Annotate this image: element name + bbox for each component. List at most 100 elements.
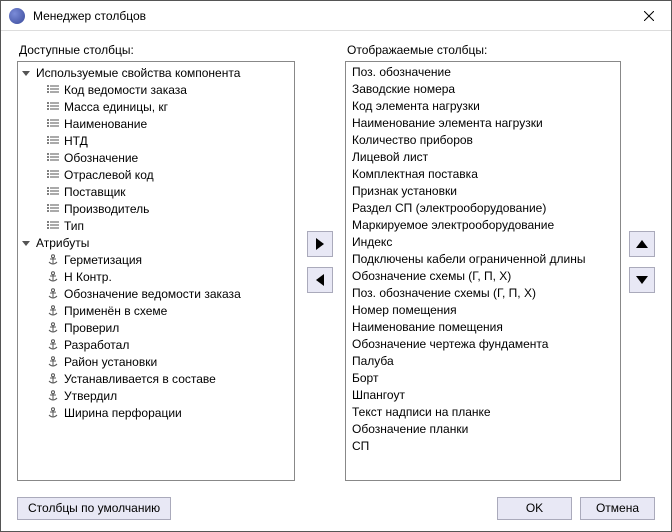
list-icon <box>46 135 60 147</box>
list-item[interactable]: Номер помещения <box>346 302 620 319</box>
list-icon <box>46 101 60 113</box>
tree-item[interactable]: Герметизация <box>18 251 294 268</box>
list-item[interactable]: Заводские номера <box>346 81 620 98</box>
list-item[interactable]: Поз. обозначение схемы (Г, П, Х) <box>346 285 620 302</box>
titlebar: Менеджер столбцов <box>1 1 671 31</box>
tree-item-label: Отраслевой код <box>64 168 154 182</box>
move-left-button[interactable] <box>307 267 333 293</box>
tree-item[interactable]: Проверил <box>18 319 294 336</box>
anchor-icon <box>46 356 60 368</box>
tree-group[interactable]: Атрибуты <box>18 234 294 251</box>
tree-item-label: Наименование <box>64 117 147 131</box>
tree-item[interactable]: Тип <box>18 217 294 234</box>
list-icon <box>46 84 60 96</box>
tree-item-label: Проверил <box>64 321 119 335</box>
triangle-left-icon <box>315 274 325 286</box>
tree-item-label: Применён в схеме <box>64 304 167 318</box>
tree-item[interactable]: Обозначение <box>18 149 294 166</box>
tree-item-label: Производитель <box>64 202 149 216</box>
displayed-column: Отображаемые столбцы: Поз. обозначениеЗа… <box>345 43 621 481</box>
move-right-button[interactable] <box>307 231 333 257</box>
move-down-button[interactable] <box>629 267 655 293</box>
list-item[interactable]: Лицевой лист <box>346 149 620 166</box>
anchor-icon <box>46 390 60 402</box>
list-item[interactable]: Код элемента нагрузки <box>346 98 620 115</box>
list-icon <box>46 203 60 215</box>
list-item[interactable]: Раздел СП (электрооборудование) <box>346 200 620 217</box>
window-title: Менеджер столбцов <box>33 9 626 23</box>
tree-item[interactable]: Наименование <box>18 115 294 132</box>
list-item[interactable]: Комплектная поставка <box>346 166 620 183</box>
available-list[interactable]: Используемые свойства компонентаКод ведо… <box>17 61 295 481</box>
tree-item[interactable]: Обозначение ведомости заказа <box>18 285 294 302</box>
list-item[interactable]: Маркируемое электрооборудование <box>346 217 620 234</box>
tree-item[interactable]: Ширина перфорации <box>18 404 294 421</box>
tree-item-label: Разработал <box>64 338 129 352</box>
list-icon <box>46 152 60 164</box>
list-item[interactable]: Наименование помещения <box>346 319 620 336</box>
displayed-label: Отображаемые столбцы: <box>345 43 621 57</box>
tree-item-label: Тип <box>64 219 84 233</box>
list-item[interactable]: Признак установки <box>346 183 620 200</box>
triangle-up-icon <box>636 239 648 249</box>
tree-item[interactable]: Поставщик <box>18 183 294 200</box>
tree-item[interactable]: Утвердил <box>18 387 294 404</box>
tree-item[interactable]: Отраслевой код <box>18 166 294 183</box>
list-item[interactable]: Обозначение планки <box>346 421 620 438</box>
list-item[interactable]: Количество приборов <box>346 132 620 149</box>
tree-item-label: Поставщик <box>64 185 126 199</box>
tree-item-label: Обозначение ведомости заказа <box>64 287 241 301</box>
available-label: Доступные столбцы: <box>17 43 295 57</box>
list-icon <box>46 169 60 181</box>
list-item[interactable]: Борт <box>346 370 620 387</box>
list-item[interactable]: Поз. обозначение <box>346 64 620 81</box>
move-up-button[interactable] <box>629 231 655 257</box>
cancel-button[interactable]: Отмена <box>580 497 655 520</box>
tree-item-label: НТД <box>64 134 88 148</box>
tree-item-label: Район установки <box>64 355 157 369</box>
list-item[interactable]: Обозначение схемы (Г, П, Х) <box>346 268 620 285</box>
tree-item-label: Утвердил <box>64 389 117 403</box>
close-icon <box>644 11 654 21</box>
anchor-icon <box>46 271 60 283</box>
tree-item-label: Ширина перфорации <box>64 406 182 420</box>
tree-group[interactable]: Используемые свойства компонента <box>18 64 294 81</box>
tree-item-label: Герметизация <box>64 253 142 267</box>
content: Доступные столбцы: Используемые свойства… <box>1 31 671 485</box>
list-item[interactable]: Текст надписи на планке <box>346 404 620 421</box>
displayed-list[interactable]: Поз. обозначениеЗаводские номераКод элем… <box>345 61 621 481</box>
tree-item-label: Устанавливается в составе <box>64 372 216 386</box>
list-item[interactable]: Обозначение чертежа фундамента <box>346 336 620 353</box>
tree-item[interactable]: Устанавливается в составе <box>18 370 294 387</box>
anchor-icon <box>46 288 60 300</box>
list-icon <box>46 220 60 232</box>
available-column: Доступные столбцы: Используемые свойства… <box>17 43 295 481</box>
tree-item[interactable]: Код ведомости заказа <box>18 81 294 98</box>
close-button[interactable] <box>626 1 671 31</box>
tree-item-label: Масса единицы, кг <box>64 100 168 114</box>
list-item[interactable]: Шпангоут <box>346 387 620 404</box>
tree-item-label: Обозначение <box>64 151 138 165</box>
list-item[interactable]: Подключены кабели ограниченной длины <box>346 251 620 268</box>
tree-item[interactable]: Производитель <box>18 200 294 217</box>
tree-item[interactable]: НТД <box>18 132 294 149</box>
tree-item[interactable]: Применён в схеме <box>18 302 294 319</box>
tree-item[interactable]: Масса единицы, кг <box>18 98 294 115</box>
tree-item[interactable]: Н Контр. <box>18 268 294 285</box>
app-icon <box>9 8 25 24</box>
list-item[interactable]: Палуба <box>346 353 620 370</box>
chevron-down-icon <box>22 69 34 77</box>
tree-item[interactable]: Разработал <box>18 336 294 353</box>
list-item[interactable]: Наименование элемента нагрузки <box>346 115 620 132</box>
list-icon <box>46 186 60 198</box>
anchor-icon <box>46 339 60 351</box>
chevron-down-icon <box>22 239 34 247</box>
triangle-right-icon <box>315 238 325 250</box>
list-item[interactable]: СП <box>346 438 620 455</box>
ok-button[interactable]: OK <box>497 497 572 520</box>
defaults-button[interactable]: Столбцы по умолчанию <box>17 497 171 520</box>
list-item[interactable]: Индекс <box>346 234 620 251</box>
anchor-icon <box>46 407 60 419</box>
tree-item[interactable]: Район установки <box>18 353 294 370</box>
anchor-icon <box>46 254 60 266</box>
